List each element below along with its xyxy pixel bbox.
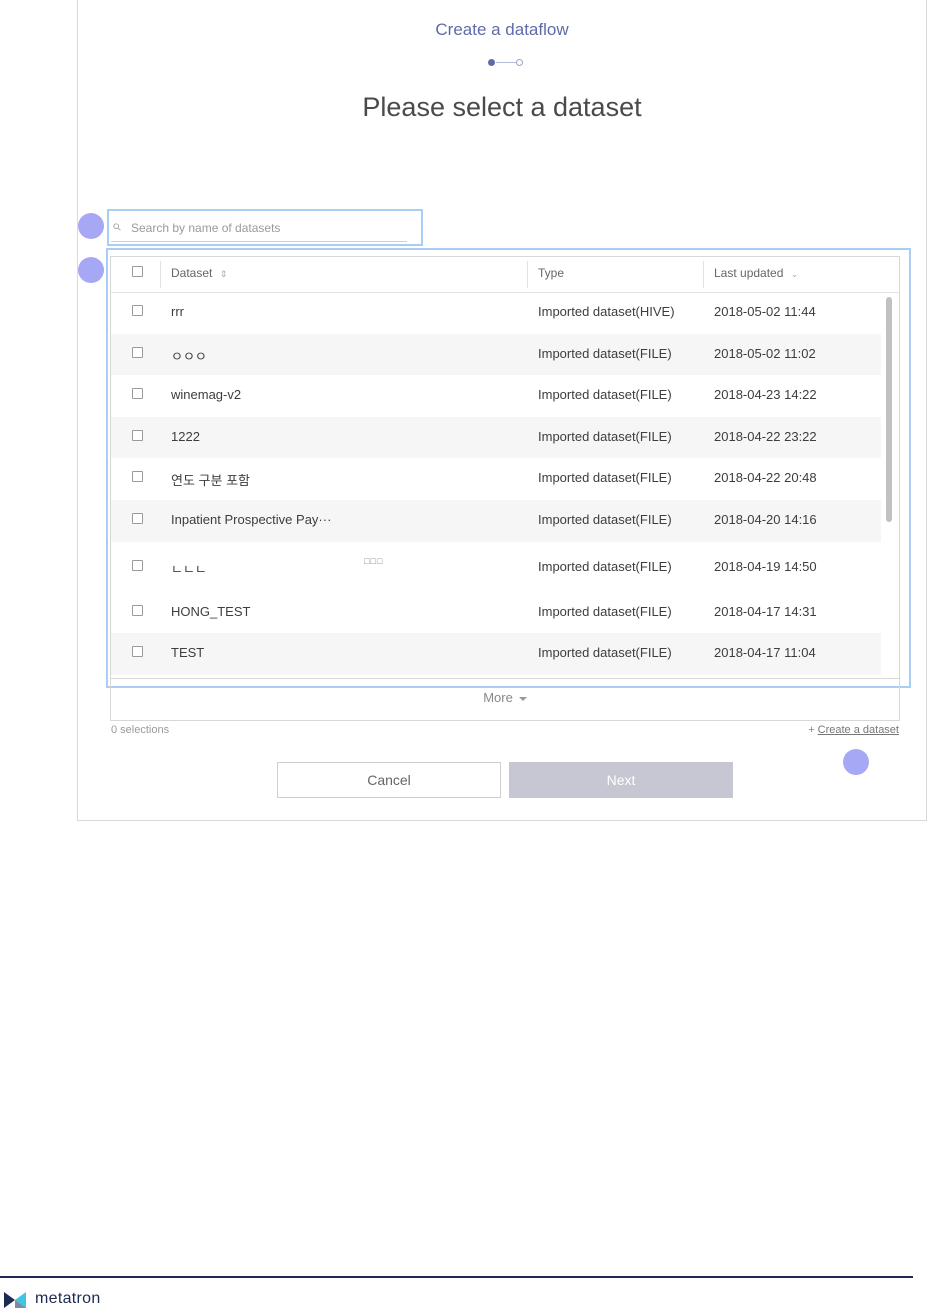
row-checkbox[interactable] (132, 559, 143, 571)
more-label: More (483, 690, 513, 705)
dataset-name: rrr (171, 304, 184, 319)
table-scrollbar[interactable] (886, 297, 892, 522)
column-header-last-updated[interactable]: Last updated ⌄ (714, 257, 798, 292)
dataset-name: ㅇㅇㅇ (171, 348, 207, 364)
annotation-marker-3 (843, 749, 869, 775)
caret-down-icon (518, 696, 527, 701)
step-1-dot-icon (488, 59, 495, 66)
table-row[interactable]: rrr Imported dataset(HIVE) 2018-05-02 11… (111, 292, 881, 334)
table-body: rrr Imported dataset(HIVE) 2018-05-02 11… (111, 292, 881, 675)
table-row[interactable]: 연도 구분 포함 Imported dataset(FILE) 2018-04-… (111, 458, 881, 500)
dataset-type: Imported dataset(FILE) (538, 603, 672, 619)
step-connector (496, 62, 516, 63)
dataset-name: TEST (171, 645, 205, 661)
page-heading: Please select a dataset (362, 92, 642, 122)
column-header-dataset-label: Dataset (171, 266, 213, 280)
footer-divider (0, 1276, 913, 1278)
dataset-date: 2018-04-22 23:22 (714, 428, 817, 444)
sort-icon[interactable]: ⇕ (220, 269, 228, 279)
next-button[interactable]: Next (509, 762, 733, 798)
dataset-date: 2018-05-02 11:44 (714, 304, 816, 319)
row-checkbox[interactable] (132, 346, 143, 358)
header-divider (703, 261, 704, 288)
search-underline (111, 241, 407, 242)
search-input[interactable] (131, 217, 401, 239)
select-all-checkbox[interactable] (132, 266, 143, 277)
table-row[interactable]: Inpatient Prospective Pay··· Imported da… (111, 499, 881, 542)
dataset-name: ㄴㄴㄴ (171, 561, 207, 577)
column-header-type[interactable]: Type (538, 257, 564, 292)
create-dataflow-dialog: Create a dataflow Please select a datase… (77, 0, 927, 821)
row-checkbox[interactable] (132, 388, 143, 400)
search-box (107, 209, 423, 246)
row-checkbox[interactable] (132, 429, 143, 441)
table-row[interactable]: winemag-v2 Imported dataset(FILE) 2018-0… (111, 375, 881, 417)
dataset-date: 2018-04-23 14:22 (714, 387, 817, 403)
table-row[interactable]: ㅇㅇㅇ Imported dataset(FILE) 2018-05-02 11… (111, 333, 881, 376)
metatron-logo-icon (4, 1292, 26, 1308)
dataset-date: 2018-05-02 11:02 (714, 345, 816, 361)
table-row[interactable]: TEST Imported dataset(FILE) 2018-04-17 1… (111, 633, 881, 675)
column-header-last-updated-label: Last updated (714, 266, 784, 280)
dataset-date: 2018-04-19 14:50 (714, 558, 817, 574)
dataset-type: Imported dataset(FILE) (538, 511, 672, 527)
dataset-type: Imported dataset(FILE) (538, 470, 672, 486)
dataset-type: Imported dataset(FILE) (538, 558, 672, 574)
cancel-button[interactable]: Cancel (277, 762, 501, 798)
dataset-name: Inpatient Prospective Pay··· (171, 511, 332, 527)
step-indicator (488, 58, 528, 68)
selection-count: 0 selections (111, 724, 170, 736)
more-button[interactable]: More (110, 679, 900, 721)
create-dataset-link[interactable]: + Create a dataset (808, 724, 899, 736)
dataset-type: Imported dataset(FILE) (538, 345, 672, 361)
annotation-marker-1 (78, 213, 104, 239)
row-checkbox[interactable] (132, 305, 143, 316)
row-checkbox[interactable] (132, 471, 143, 483)
dataset-name-extra: □□□ (364, 555, 384, 566)
dataset-date: 2018-04-17 14:31 (714, 603, 817, 619)
sort-desc-icon[interactable]: ⌄ (791, 269, 799, 279)
dataset-date: 2018-04-20 14:16 (714, 511, 817, 527)
annotation-marker-2 (78, 257, 104, 283)
search-icon (113, 223, 121, 231)
dataset-date: 2018-04-17 11:04 (714, 645, 816, 661)
header-divider (160, 261, 161, 288)
dataset-name: HONG_TEST (171, 603, 251, 619)
plus-icon: + (808, 724, 815, 736)
step-title: Create a dataflow (435, 20, 569, 39)
row-checkbox[interactable] (132, 646, 143, 658)
header-divider (527, 261, 528, 288)
create-dataset-label: Create a dataset (817, 724, 899, 736)
step-2-dot-icon (516, 59, 523, 66)
table-row[interactable]: ㄴㄴㄴ □□□ Imported dataset(FILE) 2018-04-1… (111, 542, 881, 592)
column-header-dataset[interactable]: Dataset ⇕ (171, 257, 227, 292)
dataset-table: Dataset ⇕ Type Last updated ⌄ rrr Import… (110, 256, 900, 679)
row-checkbox[interactable] (132, 604, 143, 616)
row-checkbox[interactable] (132, 512, 143, 524)
dataset-type: Imported dataset(FILE) (538, 428, 672, 444)
dataset-name: 연도 구분 포함 (171, 473, 250, 489)
brand-name: metatron (35, 1290, 101, 1307)
table-header: Dataset ⇕ Type Last updated ⌄ (111, 257, 899, 293)
table-row[interactable]: HONG_TEST Imported dataset(FILE) 2018-04… (111, 592, 881, 634)
dataset-date: 2018-04-22 20:48 (714, 470, 817, 486)
dataset-type: Imported dataset(FILE) (538, 387, 672, 403)
dataset-type: Imported dataset(HIVE) (538, 304, 675, 319)
dataset-type: Imported dataset(FILE) (538, 645, 672, 661)
dataset-name: 1222 (171, 428, 200, 444)
table-row[interactable]: 1222 Imported dataset(FILE) 2018-04-22 2… (111, 416, 881, 459)
dataset-name: winemag-v2 (171, 387, 242, 403)
